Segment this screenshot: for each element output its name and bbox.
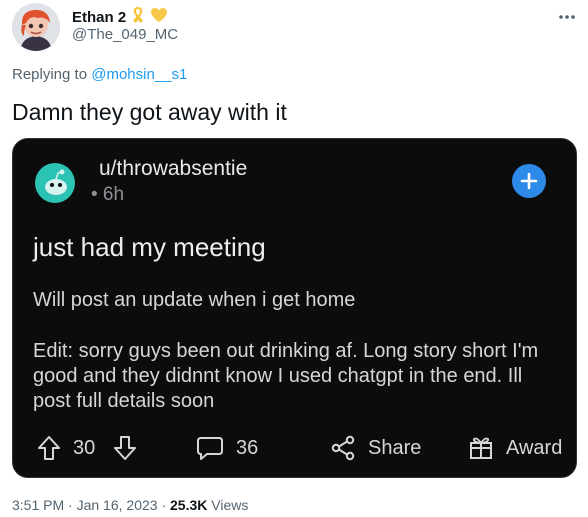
vote-group: 30: [37, 435, 137, 461]
comment-icon: [196, 435, 224, 461]
award-group: Award: [468, 435, 562, 461]
views-label: Views: [211, 497, 249, 513]
share-group: Share: [330, 435, 421, 461]
reddit-post-body: Will post an update when i get home Edit…: [33, 288, 558, 414]
share-icon: [330, 435, 356, 461]
avatar[interactable]: [12, 3, 60, 51]
tweet-date[interactable]: Jan 16, 2023: [77, 497, 158, 513]
replying-to-label: Replying to: [12, 66, 88, 83]
reddit-action-bar: 30 36 Share Award: [13, 435, 576, 469]
upvote-icon: [37, 435, 61, 461]
author-name[interactable]: Ethan 2: [72, 9, 126, 26]
meta-separator: ·: [68, 497, 73, 513]
reply-mention-link[interactable]: @mohsin__s1: [91, 66, 187, 83]
tweet-text: Damn they got away with it: [12, 99, 287, 125]
comments-group: 36: [196, 435, 258, 461]
reddit-post-paragraph: Will post an update when i get home: [33, 289, 356, 311]
reddit-post-paragraph: Edit: sorry guys been out drinking af. L…: [33, 340, 539, 412]
embedded-image-card[interactable]: u/throwabsentie • 6h just had my meeting…: [12, 138, 577, 478]
downvote-icon: [113, 435, 137, 461]
meta-separator: ·: [161, 497, 167, 513]
yellow-heart-icon: [150, 7, 168, 28]
award-gift-icon: [468, 435, 494, 461]
comment-count: 36: [236, 436, 259, 459]
reddit-post-title: just had my meeting: [33, 232, 266, 262]
reddit-username: u/throwabsentie: [99, 157, 248, 180]
more-options-icon[interactable]: [558, 4, 576, 25]
tweet-time[interactable]: 3:51 PM: [12, 497, 64, 513]
author-handle[interactable]: @The_049_MC: [72, 26, 178, 43]
plus-icon: [512, 164, 546, 198]
award-label: Award: [506, 436, 563, 459]
upvote-count: 30: [73, 436, 96, 459]
replying-to: Replying to @mohsin__s1: [12, 66, 187, 83]
reddit-avatar-icon: [35, 163, 75, 203]
views-count: 25.3K: [170, 497, 208, 513]
tweet-meta: 3:51 PM · Jan 16, 2023 · 25.3K Views: [12, 497, 248, 513]
reddit-post-time: • 6h: [91, 184, 125, 205]
share-label: Share: [368, 436, 422, 459]
